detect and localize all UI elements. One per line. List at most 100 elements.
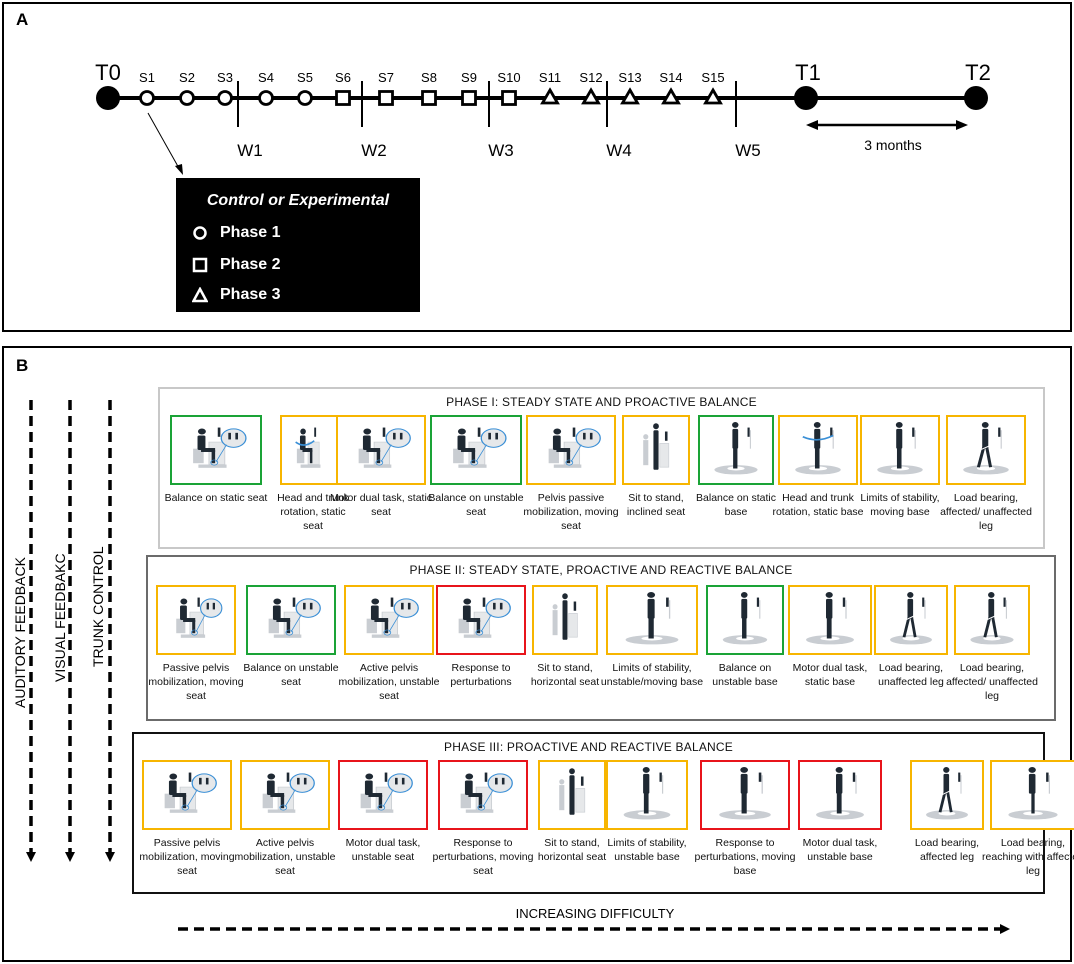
exercise-caption: Load bearing, unaffected leg: [878, 662, 944, 688]
exercise-card: Pelvis passive mobilization, moving seat: [523, 415, 619, 551]
exercise-caption: Load bearing, affected leg: [914, 837, 980, 863]
exercise-illustration-yellow: [990, 760, 1074, 830]
seated-figure-icon: [548, 427, 601, 468]
exercise-caption: Limits of stability, moving base: [860, 492, 940, 518]
exercise-card: Active pelvis mobilization, unstable sea…: [339, 585, 439, 723]
exercise-card: Passive pelvis mobilization, moving seat: [148, 585, 244, 723]
seated-figure-icon: [358, 427, 411, 468]
exercise-card: Load bearing, reaching with affected leg: [982, 760, 1074, 896]
sit-to-stand-figure-icon: [624, 417, 670, 470]
exercise-caption: Motor dual task, static base: [792, 662, 868, 688]
exercise-illustration-yellow: [788, 585, 872, 655]
exercise-illustration-red: [436, 585, 526, 655]
standing-figure-icon: [608, 762, 671, 820]
exercise-card: Load bearing, unaffected leg: [874, 585, 948, 723]
exercise-card: Active pelvis mobilization, unstable sea…: [235, 760, 335, 896]
exercise-caption: Response to perturbations, moving base: [694, 837, 796, 877]
exercise-card: Load bearing, affected leg: [910, 760, 984, 896]
exercise-illustration-yellow: [778, 415, 858, 485]
exercise-illustration-red: [700, 760, 790, 830]
arrow-head-down: [26, 852, 36, 862]
exercise-caption: Active pelvis mobilization, unstable sea…: [234, 837, 336, 877]
exercise-illustration-green: [170, 415, 262, 485]
exercise-illustration-yellow: [946, 415, 1026, 485]
exercise-illustration-red: [798, 760, 882, 830]
exercise-caption: Balance on static seat: [164, 492, 268, 504]
seated-figure-icon: [193, 427, 247, 468]
exercise-caption: Active pelvis mobilization, unstable sea…: [338, 662, 440, 702]
phase-title: PHASE II: STEADY STATE, PROACTIVE AND RE…: [409, 563, 793, 577]
exercise-card: Motor dual task, static seat: [330, 415, 432, 551]
exercise-caption: Pelvis passive mobilization, moving seat: [523, 492, 619, 532]
exercise-card: Sit to stand, horizontal seat: [531, 585, 599, 723]
arrow-head-down: [65, 852, 75, 862]
exercise-caption: Motor dual task, unstable base: [802, 837, 878, 863]
exercise-card: Balance on unstable base: [706, 585, 784, 723]
exercise-illustration-yellow: [142, 760, 232, 830]
seated-rotation-figure-icon: [295, 427, 321, 468]
axis-label-increasing-difficulty: INCREASING DIFFICULTY: [515, 906, 675, 921]
phase-title: PHASE III: PROACTIVE AND REACTIVE BALANC…: [444, 740, 733, 754]
standing-rotation-figure-icon: [780, 417, 841, 475]
seated-figure-icon: [176, 597, 223, 638]
stepping-figure-icon: [948, 417, 1009, 475]
exercise-illustration-yellow: [606, 585, 698, 655]
exercise-caption: Response to perturbations, moving seat: [432, 837, 534, 877]
exercise-card: Motor dual task, unstable base: [798, 760, 882, 896]
exercise-card: Balance on unstable seat: [243, 585, 339, 723]
exercise-caption: Balance on static base: [696, 492, 776, 518]
exercise-card: Sit to stand, inclined seat: [622, 415, 690, 551]
exercise-illustration-red: [438, 760, 528, 830]
exercise-caption: Sit to stand, inclined seat: [626, 492, 686, 518]
stepping-figure-icon: [956, 587, 1014, 645]
exercise-card: Sit to stand, horizontal seat: [538, 760, 606, 896]
exercise-card: Head and trunk rotation, static base: [772, 415, 864, 551]
exercise-caption: Limits of stability, unstable/moving bas…: [600, 662, 704, 688]
seated-figure-icon: [460, 772, 513, 813]
exercise-illustration-yellow: [526, 415, 616, 485]
exercise-card: Motor dual task, unstable seat: [338, 760, 428, 896]
sit-to-stand-figure-icon: [540, 762, 586, 815]
exercise-illustration-yellow: [910, 760, 984, 830]
phase-3-group: PHASE III: PROACTIVE AND REACTIVE BALANC…: [132, 732, 1074, 896]
exercise-illustration-yellow: [606, 760, 688, 830]
standing-figure-icon: [702, 762, 771, 820]
exercise-illustration-yellow: [240, 760, 330, 830]
exercise-illustration-green: [430, 415, 522, 485]
exercise-caption: Load bearing, affected/ unaffected leg: [946, 662, 1038, 702]
exercise-card: Motor dual task, static base: [788, 585, 872, 723]
seated-figure-icon: [458, 597, 511, 638]
exercise-caption: Limits of stability, unstable base: [607, 837, 687, 863]
exercise-illustration-red: [338, 760, 428, 830]
exercise-caption: Sit to stand, horizontal seat: [530, 662, 600, 688]
phase-1-group: PHASE I: STEADY STATE AND PROACTIVE BALA…: [158, 387, 1045, 549]
exercise-card: Balance on static seat: [165, 415, 267, 551]
exercise-card: Balance on unstable seat: [428, 415, 524, 551]
exercise-illustration-green: [246, 585, 336, 655]
exercise-card: Load bearing, affected/ unaffected leg: [940, 415, 1032, 551]
exercise-caption: Passive pelvis mobilization, moving seat: [139, 837, 235, 877]
exercise-card: Response to perturbations: [436, 585, 526, 723]
exercise-card: Balance on static base: [696, 415, 776, 551]
standing-figure-icon: [700, 417, 758, 475]
exercise-caption: Motor dual task, unstable seat: [345, 837, 421, 863]
exercise-caption: Balance on unstable seat: [428, 492, 524, 518]
exercise-illustration-yellow: [532, 585, 598, 655]
axis-label-auditory-feedback: AUDITORY FEEDBACK: [12, 557, 28, 708]
exercise-caption: Response to perturbations: [450, 662, 512, 688]
exercise-illustration-yellow: [156, 585, 236, 655]
exercise-card: Response to perturbations, moving seat: [433, 760, 533, 896]
standing-figure-icon: [608, 587, 679, 645]
axis-label-visual-feedback: VISUAL FEEDBAKC: [52, 553, 68, 682]
stepping-figure-icon: [912, 762, 968, 820]
seated-figure-icon: [453, 427, 507, 468]
exercise-caption: Passive pelvis mobilization, moving seat: [148, 662, 244, 702]
exercise-card: Response to perturbations, moving base: [695, 760, 795, 896]
exercise-card: Limits of stability, unstable base: [606, 760, 688, 896]
exercise-card: Load bearing, affected/ unaffected leg: [946, 585, 1038, 723]
seated-figure-icon: [164, 772, 217, 813]
exercise-illustration-green: [698, 415, 774, 485]
standing-figure-icon: [862, 417, 923, 475]
exercise-illustration-yellow: [860, 415, 940, 485]
stepping-figure-icon: [876, 587, 932, 645]
